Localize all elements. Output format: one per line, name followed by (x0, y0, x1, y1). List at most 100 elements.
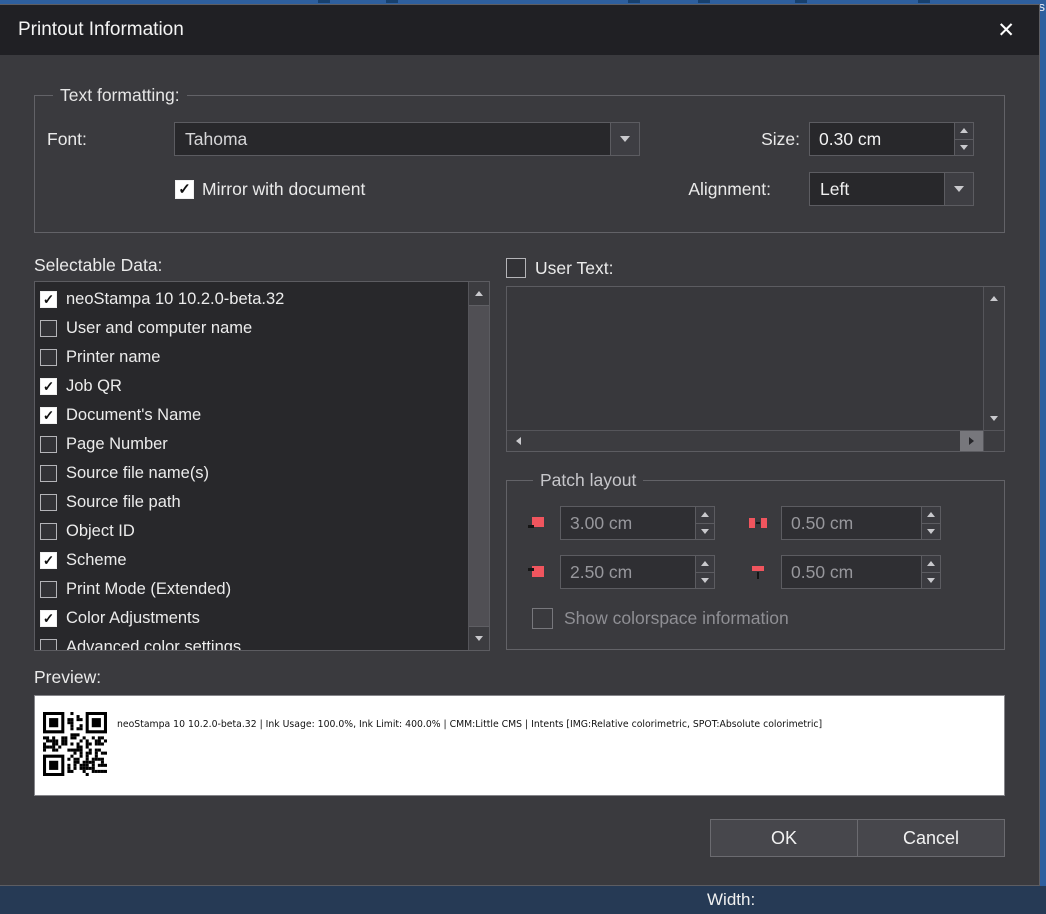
scroll-up-icon[interactable] (984, 287, 1004, 310)
ok-button[interactable]: OK (710, 819, 858, 857)
item-label: Object ID (66, 522, 135, 540)
spin-up-icon[interactable] (696, 556, 714, 572)
patch-gap-horizontal-input[interactable]: 0.50 cm (781, 506, 941, 540)
dialog-title: Printout Information (18, 19, 184, 40)
taskbar-mark (698, 0, 710, 3)
scrollbar-thumb[interactable] (469, 305, 489, 627)
item-checkbox[interactable] (40, 320, 57, 337)
background-panel: Width: 0.20 cm (0, 886, 1046, 914)
item-label: Job QR (66, 377, 122, 395)
list-item[interactable]: Printer name (40, 343, 468, 372)
item-checkbox[interactable] (40, 494, 57, 511)
patch-layout-legend: Patch layout (540, 470, 637, 490)
spin-up-icon[interactable] (696, 507, 714, 523)
font-row: Font: Tahoma Size: 0.30 cm (47, 122, 974, 156)
taskbar-mark (918, 0, 930, 3)
background-width-label: Width: (707, 890, 756, 909)
patch-gap-vertical-input[interactable]: 0.50 cm (781, 555, 941, 589)
text-formatting-group: Text formatting: Font: Tahoma Size: 0.30… (34, 85, 1005, 233)
patch-height-input[interactable]: 2.50 cm (560, 555, 715, 589)
item-checkbox[interactable]: ✓ (40, 610, 57, 627)
size-input[interactable]: 0.30 cm (809, 122, 974, 156)
list-item[interactable]: ✓ neoStampa 10 10.2.0-beta.32 (40, 285, 468, 314)
spin-down-icon[interactable] (922, 522, 940, 539)
list-item[interactable]: Page Number (40, 430, 468, 459)
scroll-left-icon[interactable] (507, 431, 530, 451)
item-checkbox[interactable]: ✓ (40, 378, 57, 395)
list-item[interactable]: ✓ Scheme (40, 546, 468, 575)
spin-buttons (921, 556, 940, 588)
item-checkbox[interactable] (40, 523, 57, 540)
list-item[interactable]: Source file name(s) (40, 459, 468, 488)
patch-height-value: 2.50 cm (570, 561, 633, 582)
item-label: Source file name(s) (66, 464, 210, 482)
dialog-titlebar: Printout Information ✕ (0, 5, 1039, 55)
list-scrollbar[interactable] (468, 282, 489, 650)
list-item[interactable]: ✓ Color Adjustments (40, 604, 468, 633)
user-text-input[interactable] (507, 287, 983, 430)
item-checkbox[interactable] (40, 581, 57, 598)
spin-down-icon[interactable] (696, 571, 714, 588)
taskbar-mark (628, 0, 640, 3)
show-colorspace-checkbox[interactable] (532, 608, 553, 629)
preview-label: Preview: (34, 667, 102, 687)
cancel-button[interactable]: Cancel (857, 819, 1005, 857)
item-label: Printer name (66, 348, 161, 366)
item-checkbox[interactable] (40, 465, 57, 482)
item-checkbox[interactable] (40, 349, 57, 366)
list-item[interactable]: User and computer name (40, 314, 468, 343)
list-item[interactable]: Advanced color settings (40, 633, 468, 650)
scrollbar-track[interactable] (530, 431, 960, 451)
patch-gap-vertical-value: 0.50 cm (791, 561, 854, 582)
selectable-data-list[interactable]: ✓ neoStampa 10 10.2.0-beta.32 User and c… (34, 281, 490, 651)
mirror-checkbox[interactable]: ✓ (175, 179, 194, 199)
spin-buttons (921, 507, 940, 539)
taskbar-mark (386, 0, 398, 3)
list-item[interactable]: Object ID (40, 517, 468, 546)
font-select[interactable]: Tahoma (174, 122, 640, 156)
scrollbar-track[interactable] (984, 310, 1004, 407)
list-item[interactable]: Print Mode (Extended) (40, 575, 468, 604)
patch-gap-horizontal-icon (749, 518, 767, 528)
list-item[interactable]: Source file path (40, 488, 468, 517)
alignment-select[interactable]: Left (809, 172, 974, 206)
font-value: Tahoma (185, 128, 248, 149)
spin-down-icon[interactable] (696, 522, 714, 539)
close-icon[interactable]: ✕ (997, 20, 1015, 41)
item-checkbox[interactable]: ✓ (40, 552, 57, 569)
user-text-hscrollbar[interactable] (507, 430, 983, 451)
user-text-vscrollbar[interactable] (983, 287, 1004, 430)
spin-down-icon[interactable] (955, 138, 973, 155)
user-text-checkbox[interactable] (506, 258, 526, 278)
size-label: Size: (761, 128, 800, 149)
scroll-down-icon[interactable] (469, 627, 489, 650)
spin-up-icon[interactable] (922, 556, 940, 572)
item-checkbox[interactable]: ✓ (40, 291, 57, 308)
item-label: neoStampa 10 10.2.0-beta.32 (66, 290, 285, 308)
item-checkbox[interactable] (40, 436, 57, 453)
patch-width-input[interactable]: 3.00 cm (560, 506, 715, 540)
scroll-right-icon[interactable] (960, 431, 983, 451)
scroll-down-icon[interactable] (984, 407, 1004, 430)
dialog-buttons: OK Cancel (34, 819, 1005, 857)
patch-gap-vertical-icon (752, 566, 764, 579)
spin-up-icon[interactable] (922, 507, 940, 523)
preview-area: neoStampa 10 10.2.0-beta.32 | Ink Usage:… (34, 695, 1005, 796)
patch-layout-group: Patch layout 3.00 cm 0.50 cm 2.50 cm 0.5… (506, 470, 1005, 650)
item-checkbox[interactable]: ✓ (40, 407, 57, 424)
list-item[interactable]: ✓ Job QR (40, 372, 468, 401)
spin-down-icon[interactable] (922, 571, 940, 588)
item-label: Document's Name (66, 406, 202, 424)
font-label: Font: (47, 128, 87, 149)
chevron-down-icon[interactable] (944, 173, 973, 205)
scroll-up-icon[interactable] (469, 282, 489, 305)
taskbar-mark (318, 0, 330, 3)
selectable-data-label: Selectable Data: (34, 255, 163, 275)
spin-up-icon[interactable] (955, 123, 973, 139)
chevron-down-icon[interactable] (610, 123, 639, 155)
item-checkbox[interactable] (40, 639, 57, 650)
user-text-area[interactable] (506, 286, 1005, 452)
patch-height-icon (528, 566, 544, 577)
selectable-data-column: Selectable Data: ✓ neoStampa 10 10.2.0-b… (34, 255, 490, 651)
list-item[interactable]: ✓ Document's Name (40, 401, 468, 430)
